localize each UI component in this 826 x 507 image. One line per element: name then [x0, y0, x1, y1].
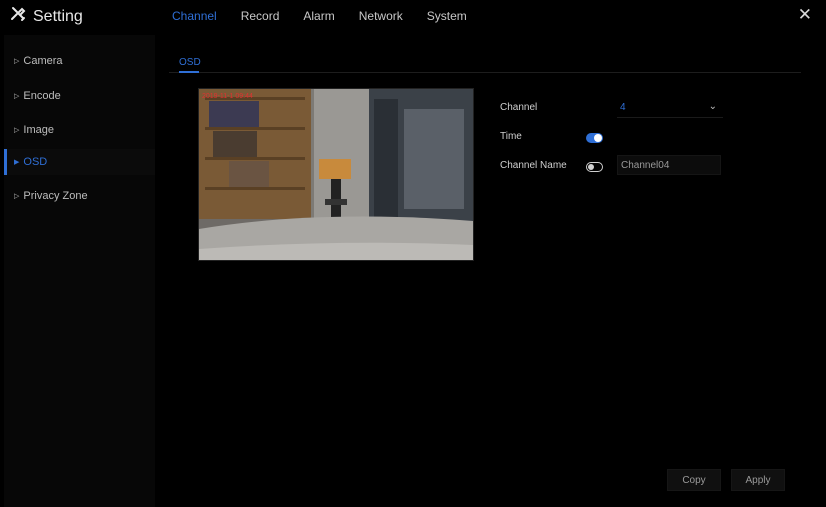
- channel-name-input[interactable]: Channel04: [617, 155, 721, 175]
- sidebar-item-encode[interactable]: ▷ Encode: [4, 83, 155, 109]
- app-title-text: Setting: [33, 7, 83, 25]
- copy-button[interactable]: Copy: [667, 469, 721, 491]
- tools-icon: [10, 6, 26, 27]
- channel-name-toggle[interactable]: [586, 162, 603, 172]
- apply-button[interactable]: Apply: [731, 469, 785, 491]
- subtab-divider: [169, 72, 801, 73]
- sidebar-item-privacy-zone[interactable]: ▷ Privacy Zone: [4, 183, 155, 209]
- play-arrow-icon: ▷: [14, 58, 20, 65]
- main-tabs: Channel Record Alarm Network System: [172, 9, 467, 23]
- time-label: Time: [500, 131, 522, 142]
- subtab-active-indicator: [179, 71, 199, 73]
- close-icon[interactable]: ✕: [798, 5, 812, 25]
- sidebar-item-label: Image: [23, 124, 54, 136]
- svg-text:2019-11-1 09:44: 2019-11-1 09:44: [202, 93, 253, 100]
- camera-preview[interactable]: 2019-11-1 09:44: [198, 88, 474, 261]
- play-arrow-icon: ▷: [14, 127, 20, 134]
- play-arrow-icon: ▶: [14, 159, 20, 166]
- tab-system[interactable]: System: [427, 9, 467, 23]
- time-toggle[interactable]: [586, 133, 603, 143]
- toggle-knob: [594, 134, 602, 142]
- sidebar-item-image[interactable]: ▷ Image: [4, 117, 155, 143]
- sidebar-item-osd[interactable]: ▶ OSD: [4, 149, 155, 175]
- channel-name-value: Channel04: [621, 159, 670, 171]
- sidebar-item-label: Encode: [23, 90, 61, 102]
- sidebar-item-label: Camera: [23, 55, 63, 67]
- play-arrow-icon: ▷: [14, 193, 20, 200]
- subtab-osd[interactable]: OSD: [179, 57, 201, 68]
- toggle-knob: [588, 164, 594, 170]
- tab-alarm[interactable]: Alarm: [303, 9, 334, 23]
- channel-select[interactable]: 4 ⌄: [617, 98, 723, 118]
- tab-network[interactable]: Network: [359, 9, 403, 23]
- camera-preview-image: 2019-11-1 09:44: [199, 89, 473, 260]
- channel-name-label: Channel Name: [500, 160, 567, 171]
- app-title: Setting: [10, 6, 83, 27]
- top-bar: Setting Channel Record Alarm Network Sys…: [0, 0, 826, 34]
- sidebar: ▷ Camera ▷ Encode ▷ Image ▶ OSD ▷ Privac…: [4, 35, 155, 507]
- sidebar-item-camera[interactable]: ▷ Camera: [4, 48, 155, 74]
- chevron-down-icon: ⌄: [708, 101, 717, 112]
- sidebar-item-label: Privacy Zone: [23, 190, 88, 202]
- play-arrow-icon: ▷: [14, 93, 20, 100]
- channel-label: Channel: [500, 102, 538, 113]
- channel-value: 4: [620, 102, 626, 113]
- sidebar-item-label: OSD: [23, 156, 48, 168]
- main-panel: OSD 2019-11-1 09:44 Channel 4 ⌄ Time Cha…: [155, 35, 826, 507]
- tab-channel[interactable]: Channel: [172, 9, 217, 23]
- tab-record[interactable]: Record: [241, 9, 280, 23]
